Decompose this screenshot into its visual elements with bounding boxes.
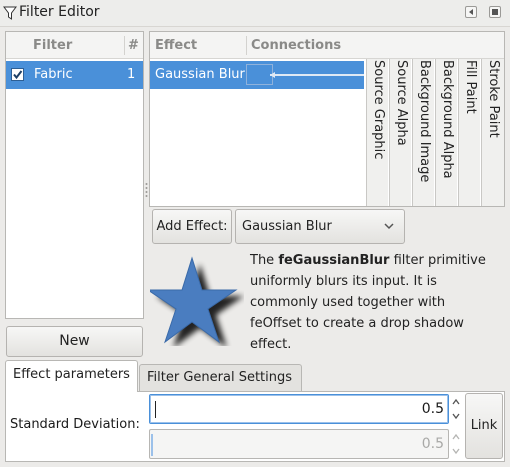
input-source-graphic[interactable]: Source Graphic	[366, 59, 388, 206]
description-primitive: feGaussianBlur	[278, 253, 390, 268]
count-column-header[interactable]: #	[128, 32, 139, 59]
input-fill-paint[interactable]: Fill Paint	[458, 59, 480, 206]
effects-list[interactable]: Effect Connections Gaussian Blur Source …	[149, 31, 505, 207]
filter-name: Fabric	[34, 67, 73, 82]
filter-editor-window: Filter Editor Filter # Fabric 1 New Effe	[0, 0, 510, 467]
new-filter-button[interactable]: New	[6, 326, 143, 357]
std-dev-label: Standard Deviation:	[10, 417, 140, 432]
effects-list-header: Effect Connections	[150, 32, 366, 59]
filter-funnel-icon	[3, 6, 17, 20]
input-background-image[interactable]: Background Image	[412, 59, 434, 206]
effect-type-select[interactable]: Gaussian Blur	[235, 209, 405, 244]
connection-inputs: Source Graphic Source Alpha Background I…	[366, 59, 504, 206]
pane-splitter[interactable]	[145, 182, 148, 198]
filter-row-fabric[interactable]: Fabric 1	[6, 61, 143, 89]
dock-icon[interactable]	[465, 6, 477, 18]
std-dev-x-value: 0.5	[421, 401, 444, 417]
filter-column-header[interactable]: Filter	[33, 32, 72, 59]
effect-row-gaussian-blur[interactable]: Gaussian Blur	[150, 61, 364, 89]
filter-enabled-checkbox[interactable]	[11, 68, 24, 81]
effect-description: The feGaussianBlur filter primitive unif…	[250, 250, 490, 355]
connections-column-header[interactable]: Connections	[251, 32, 341, 59]
effect-type-value: Gaussian Blur	[242, 219, 332, 234]
tab-filter-general-settings[interactable]: Filter General Settings	[139, 364, 302, 391]
titlebar: Filter Editor	[0, 0, 510, 27]
input-source-alpha[interactable]: Source Alpha	[389, 59, 411, 206]
input-background-alpha[interactable]: Background Alpha	[435, 59, 457, 206]
effect-preview-star-icon	[150, 256, 244, 346]
filter-count: 1	[127, 67, 136, 82]
link-button[interactable]: Link	[465, 393, 503, 459]
window-title: Filter Editor	[19, 4, 100, 20]
close-panel-icon[interactable]	[489, 6, 501, 18]
effect-column-header[interactable]: Effect	[155, 32, 197, 59]
effect-name: Gaussian Blur	[155, 67, 245, 82]
filter-list-header: Filter #	[6, 32, 143, 59]
std-dev-x-stepper[interactable]	[450, 395, 462, 423]
connection-line	[246, 64, 364, 85]
std-dev-y-stepper[interactable]	[450, 430, 462, 458]
std-dev-y-spinbox[interactable]: 0.5	[149, 429, 449, 459]
tab-effect-parameters[interactable]: Effect parameters	[5, 360, 138, 392]
add-effect-button[interactable]: Add Effect:	[152, 209, 232, 244]
effect-parameters-panel: Standard Deviation: 0.5 0.5 Link	[5, 391, 505, 462]
description-prefix: The	[250, 253, 279, 268]
filter-list[interactable]: Filter # Fabric 1	[5, 31, 144, 319]
std-dev-x-spinbox[interactable]: 0.5	[149, 394, 449, 424]
std-dev-y-value: 0.5	[421, 436, 444, 452]
input-stroke-paint[interactable]: Stroke Paint	[481, 59, 504, 206]
chevron-down-icon	[384, 223, 394, 230]
